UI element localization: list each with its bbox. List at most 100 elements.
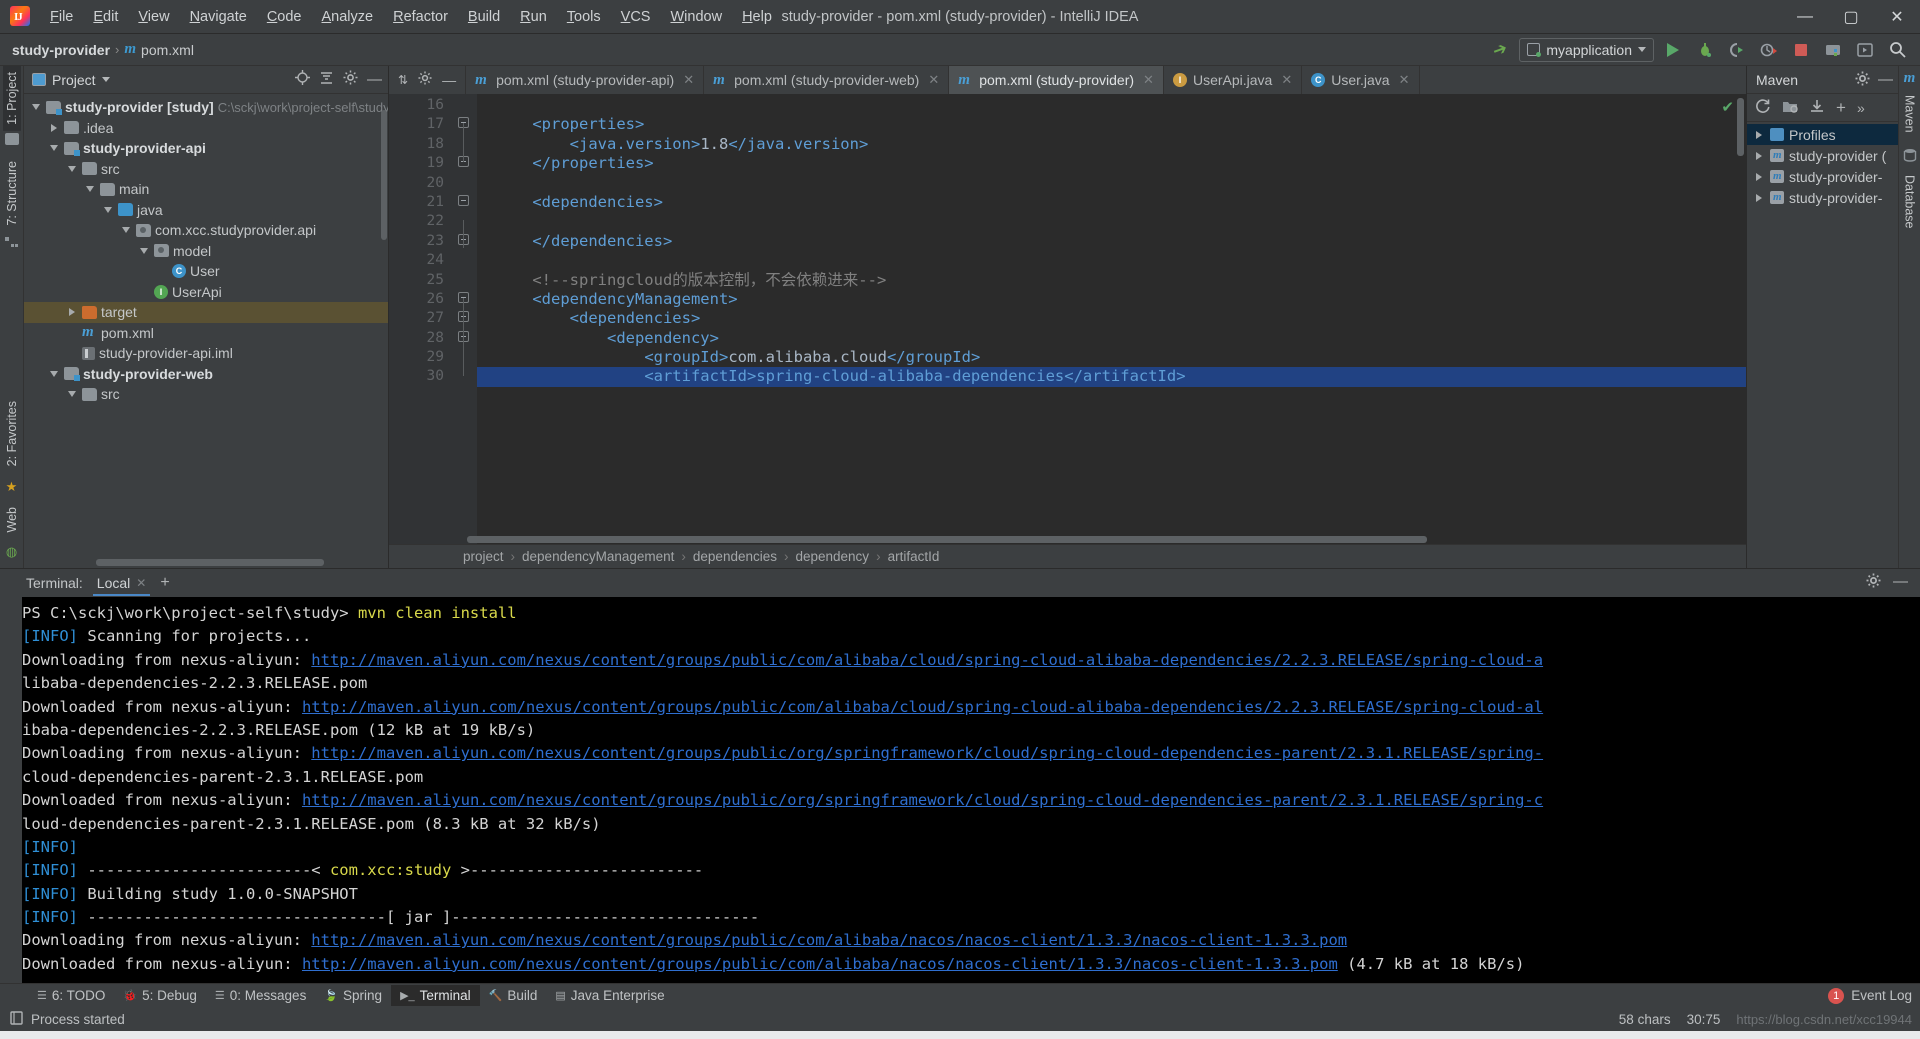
tree-node[interactable]: target: [24, 302, 388, 323]
chevron-right-icon[interactable]: [1753, 130, 1765, 139]
code-line[interactable]: <java.version>1.8</java.version>: [477, 135, 1746, 154]
menu-item-view[interactable]: View: [128, 5, 179, 29]
breadcrumb-project[interactable]: study-provider: [12, 42, 110, 58]
editor-horizontal-scrollbar[interactable]: [467, 536, 1427, 543]
code-line[interactable]: </properties>: [477, 154, 1746, 173]
menu-item-edit[interactable]: Edit: [83, 5, 128, 29]
breadcrumb-file[interactable]: pom.xml: [141, 42, 194, 58]
tool-window-button-spring[interactable]: 🍃 Spring: [315, 985, 391, 1006]
chevron-down-icon[interactable]: [66, 391, 78, 398]
chevron-down-icon[interactable]: [138, 247, 150, 254]
code-line[interactable]: <dependencyManagement>: [477, 290, 1746, 309]
minimize-button[interactable]: —: [1782, 0, 1828, 33]
chevron-down-icon[interactable]: [30, 104, 42, 111]
breadcrumb[interactable]: study-provider › m pom.xml: [12, 41, 194, 58]
collapse-all-icon[interactable]: [319, 70, 334, 90]
run-configuration-selector[interactable]: myapplication: [1519, 37, 1654, 62]
rail-tab-database[interactable]: Database: [1901, 170, 1919, 234]
fold-collapse-icon[interactable]: [458, 195, 469, 206]
menu-item-file[interactable]: File: [40, 5, 83, 29]
code-line[interactable]: [477, 96, 1746, 115]
profiler-icon[interactable]: [1756, 38, 1782, 62]
editor-tab[interactable]: m pom.xml (study-provider-api) ✕: [466, 66, 705, 94]
close-icon[interactable]: ✕: [683, 72, 694, 88]
terminal-output[interactable]: PS C:\sckj\work\project-self\study> mvn …: [0, 597, 1920, 983]
code-line[interactable]: [477, 212, 1746, 231]
settings-gear-icon[interactable]: [1855, 71, 1870, 89]
maven-tree-node[interactable]: Profiles: [1747, 124, 1898, 145]
close-icon[interactable]: ✕: [1281, 72, 1292, 88]
menu-item-navigate[interactable]: Navigate: [180, 5, 257, 29]
tool-window-button-todo[interactable]: ☰ 6: TODO: [28, 985, 114, 1006]
event-log-area[interactable]: 1 Event Log: [1828, 987, 1920, 1004]
rail-tab-favorites[interactable]: 2: Favorites: [3, 395, 21, 472]
search-everywhere-icon[interactable]: [1884, 38, 1910, 62]
chevron-down-icon[interactable]: [84, 186, 96, 193]
tool-window-button-javaenterprise[interactable]: ▤ Java Enterprise: [546, 985, 673, 1006]
editor-tab[interactable]: I UserApi.java ✕: [1164, 66, 1303, 94]
tree-node[interactable]: C User: [24, 261, 388, 282]
chevron-down-icon[interactable]: [48, 370, 60, 377]
code-folding-gutter[interactable]: [451, 94, 477, 544]
updates-icon[interactable]: [1852, 38, 1878, 62]
more-options-icon[interactable]: »: [1857, 100, 1865, 116]
editor-breadcrumbs[interactable]: project › dependencyManagement › dependencie…: [389, 544, 1746, 568]
maximize-button[interactable]: ▢: [1828, 0, 1874, 33]
project-tree-hscrollbar[interactable]: [96, 559, 324, 566]
menu-item-run[interactable]: Run: [510, 5, 557, 29]
code-line[interactable]: <artifactId>spring-cloud-alibaba-depende…: [477, 367, 1746, 387]
code-line[interactable]: <groupId>com.alibaba.cloud</groupId>: [477, 348, 1746, 367]
chevron-down-icon[interactable]: [102, 206, 114, 213]
chevron-down-icon[interactable]: [101, 77, 110, 82]
build-hammer-icon[interactable]: ➔: [1487, 38, 1513, 62]
hide-panel-icon[interactable]: —: [442, 72, 456, 88]
terminal-link[interactable]: http://maven.aliyun.com/nexus/content/gr…: [311, 931, 1347, 949]
tree-node[interactable]: model: [24, 241, 388, 262]
tool-window-button-debug[interactable]: 🐞 5: Debug: [114, 985, 206, 1006]
rail-tab-structure[interactable]: 7: Structure: [3, 155, 21, 232]
menu-item-code[interactable]: Code: [257, 5, 312, 29]
event-log-label[interactable]: Event Log: [1851, 988, 1912, 1003]
locate-icon[interactable]: [295, 69, 310, 90]
breadcrumb-item[interactable]: dependencyManagement: [522, 549, 674, 564]
terminal-link[interactable]: http://maven.aliyun.com/nexus/content/gr…: [302, 698, 1543, 716]
tree-node[interactable]: study-provider-web: [24, 364, 388, 385]
hide-panel-icon[interactable]: —: [1878, 71, 1893, 89]
settings-gear-icon[interactable]: [418, 70, 432, 90]
tree-node[interactable]: study-provider-api.iml: [24, 343, 388, 364]
chevron-right-icon[interactable]: [1753, 172, 1765, 181]
chevron-right-icon[interactable]: [1753, 193, 1765, 202]
hide-panel-icon[interactable]: —: [1893, 573, 1908, 593]
tree-node[interactable]: src: [24, 159, 388, 180]
run-with-coverage-icon[interactable]: [1724, 38, 1750, 62]
menu-item-vcs[interactable]: VCS: [611, 5, 661, 29]
menu-item-tools[interactable]: Tools: [557, 5, 611, 29]
breadcrumb-item[interactable]: dependencies: [693, 549, 777, 564]
code-line[interactable]: <properties>: [477, 115, 1746, 134]
chevron-down-icon[interactable]: [66, 165, 78, 172]
add-icon[interactable]: +: [1836, 99, 1846, 116]
chevron-right-icon[interactable]: [1753, 151, 1765, 160]
tree-node[interactable]: main: [24, 179, 388, 200]
chevron-right-icon[interactable]: [66, 308, 78, 317]
code-content[interactable]: <properties> <java.version>1.8</java.ver…: [477, 94, 1746, 544]
code-editor[interactable]: 16 17 18 19 20 21 22 23 24 25 26 27 28 29 30 <properti…: [389, 94, 1746, 544]
terminal-link[interactable]: http://maven.aliyun.com/nexus/content/gr…: [302, 955, 1338, 973]
close-icon[interactable]: ✕: [1143, 72, 1154, 88]
tree-node[interactable]: m pom.xml: [24, 323, 388, 344]
menu-item-refactor[interactable]: Refactor: [383, 5, 458, 29]
terminal-link[interactable]: http://maven.aliyun.com/nexus/content/gr…: [302, 791, 1543, 809]
editor-tab[interactable]: m pom.xml (study-provider) ✕: [949, 66, 1164, 94]
tool-window-button-messages[interactable]: ☰ 0: Messages: [206, 985, 315, 1006]
main-menu[interactable]: File Edit View Navigate Code Analyze Refactor B…: [40, 5, 782, 29]
terminal-link[interactable]: http://maven.aliyun.com/nexus/content/gr…: [311, 651, 1543, 669]
sort-tabs-icon[interactable]: ⇅: [398, 73, 408, 87]
menu-item-build[interactable]: Build: [458, 5, 510, 29]
chevron-down-icon[interactable]: [120, 227, 132, 234]
rail-tab-web[interactable]: Web: [3, 501, 21, 538]
menu-item-window[interactable]: Window: [660, 5, 732, 29]
editor-tab[interactable]: C User.java ✕: [1302, 66, 1420, 94]
project-tree-scrollbar[interactable]: [381, 110, 387, 240]
maven-tree-node[interactable]: study-provider (: [1747, 145, 1898, 166]
project-tree[interactable]: study-provider [study] C:\sckj\work\projec…: [24, 94, 388, 568]
